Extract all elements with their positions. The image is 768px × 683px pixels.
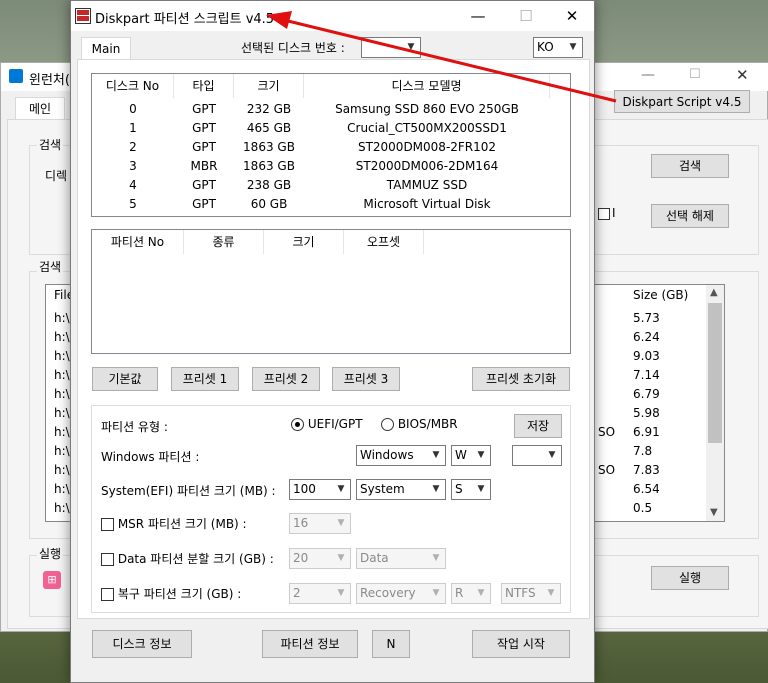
annotation-arrow-icon bbox=[266, 11, 617, 103]
